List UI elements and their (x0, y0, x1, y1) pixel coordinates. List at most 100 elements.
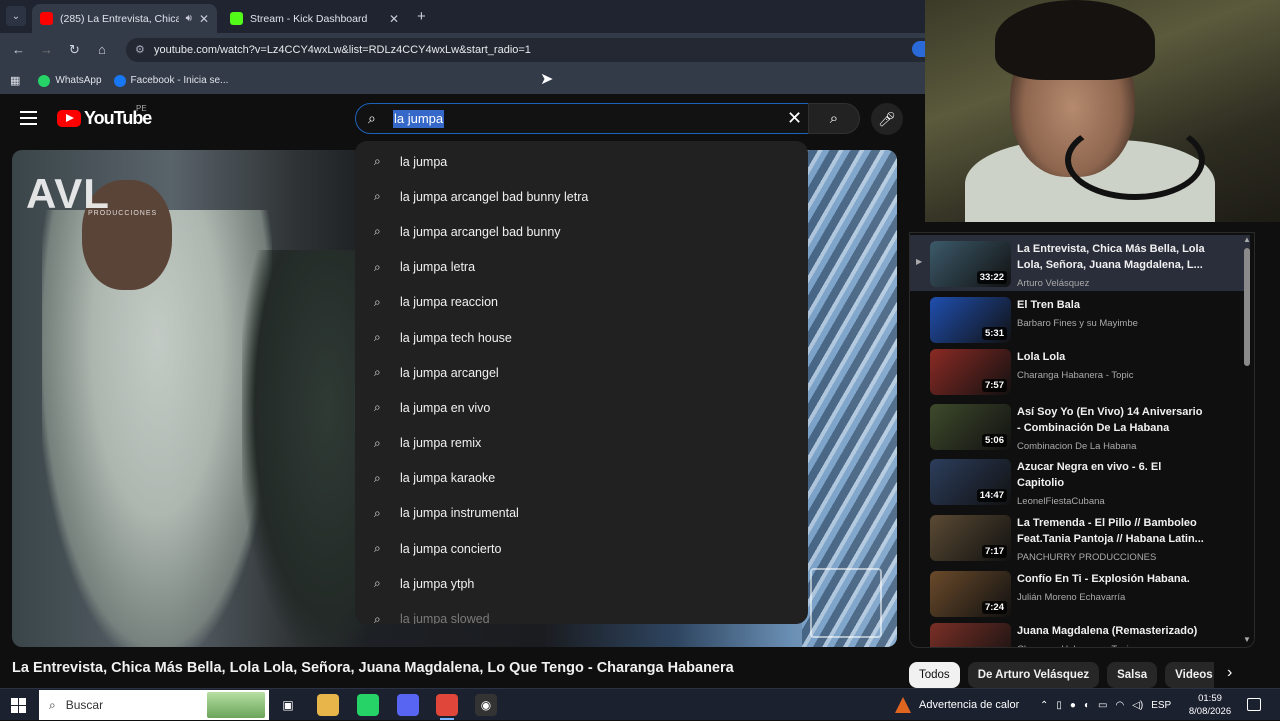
volume-icon[interactable]: ◁) (1132, 700, 1143, 711)
search-input[interactable]: ⌕ la jumpa ✕ (355, 103, 809, 134)
tray-app-icon[interactable]: ◐ (1084, 700, 1090, 711)
youtube-header: YouTube PE ⌕ la jumpa ✕ ⌕ 🎤︎ (0, 94, 925, 144)
audio-icon[interactable]: 🔊︎ (186, 13, 192, 24)
video-thumbnail[interactable]: 7:17 (930, 515, 1011, 561)
filter-chip[interactable]: Videos rela (1165, 662, 1214, 688)
suggestion-item[interactable]: ⌕ la jumpa karaoke (355, 461, 808, 496)
playlist-item-channel: Charanga Habanera - Topic (1017, 644, 1134, 647)
suggestion-item[interactable]: ⌕ la jumpa arcangel (355, 355, 808, 390)
suggestion-item[interactable]: ⌕ la jumpa tech house (355, 320, 808, 355)
suggestion-item[interactable]: ⌕ la jumpa ytph (355, 566, 808, 601)
tab-kick-dashboard[interactable]: Stream - Kick Dashboard ✕ (222, 4, 407, 33)
playlist-item[interactable]: 5:31 El Tren Bala Barbaro Fines y su Mayim… (910, 291, 1250, 347)
filter-chip[interactable]: De Arturo Velásquez (967, 662, 1100, 688)
language-indicator[interactable]: ESP (1151, 700, 1171, 711)
file-explorer-icon[interactable] (317, 694, 339, 716)
extension-icon[interactable] (912, 41, 926, 57)
related-chips: Todos De Arturo Velásquez Salsa Videos rela (909, 662, 1214, 688)
obs-icon[interactable]: ◉ (475, 694, 497, 716)
video-thumbnail[interactable]: 14:47 (930, 459, 1011, 505)
video-thumbnail[interactable]: 7:24 (930, 571, 1011, 617)
bookmark-whatsapp[interactable]: WhatsApp (38, 74, 102, 87)
browser-tab-strip: ⌄ (285) La Entrevista, Chica M 🔊︎ ✕ Stre… (0, 0, 925, 33)
tab-search-icon[interactable]: ⌄ (6, 6, 26, 26)
video-thumbnail[interactable]: 5:06 (930, 404, 1011, 450)
address-bar[interactable]: ⚙ youtube.com/watch?v=Lz4CCY4wxLw&list=R… (126, 38, 926, 62)
playlist-item-title: La Entrevista, Chica Más Bella, Lola Lol… (1017, 243, 1205, 271)
playlist-item[interactable]: 7:17 La Tremenda - El Pillo // Bamboleo F… (910, 509, 1250, 565)
video-thumbnail[interactable]: 7:57 (930, 349, 1011, 395)
chrome-icon[interactable] (436, 694, 458, 720)
tray-app-icon[interactable]: ● (1070, 700, 1076, 711)
taskbar-search[interactable]: ⌕ Buscar (39, 690, 269, 720)
menu-icon[interactable] (20, 111, 37, 129)
tab-title: (285) La Entrevista, Chica M (60, 12, 179, 25)
tray-app-icon[interactable]: ▭ (1098, 700, 1107, 711)
reload-icon[interactable]: ↻ (69, 42, 80, 58)
playlist-item-title: Azucar Negra en vivo - 6. El Capitolio (1017, 461, 1162, 489)
suggestion-item[interactable]: ⌕ la jumpa remix (355, 426, 808, 461)
playlist-item-channel: Charanga Habanera - Topic (1017, 370, 1134, 381)
video-thumbnail[interactable]: 5:31 (930, 297, 1011, 343)
video-thumbnail[interactable] (930, 623, 1011, 647)
search-button[interactable]: ⌕ (808, 103, 860, 134)
suggestion-item[interactable]: ⌕ la jumpa slowed (355, 601, 808, 624)
chevron-right-icon[interactable]: › (1227, 664, 1232, 682)
video-watermark-sub: PRODUCCIONES (88, 210, 158, 217)
suggestion-item[interactable]: ⌕ la jumpa letra (355, 250, 808, 285)
clock[interactable]: 01:59 8/08/2026 (1185, 692, 1235, 718)
site-info-icon[interactable]: ⚙ (135, 43, 145, 56)
scroll-down-icon[interactable]: ▼ (1243, 635, 1251, 644)
suggestion-text: la jumpa concierto (400, 541, 502, 556)
playlist-item[interactable]: 7:57 Lola Lola Charanga Habanera - Topic (910, 343, 1250, 399)
suggestion-item[interactable]: ⌕ la jumpa (355, 144, 808, 179)
youtube-logo[interactable]: YouTube PE (57, 104, 152, 129)
suggestion-item[interactable]: ⌕ la jumpa arcangel bad bunny (355, 214, 808, 249)
back-icon[interactable]: ← (12, 42, 25, 57)
wifi-icon[interactable]: ◠ (1115, 700, 1124, 711)
clear-search-icon[interactable]: ✕ (787, 108, 802, 129)
tab-youtube[interactable]: (285) La Entrevista, Chica M 🔊︎ ✕ (32, 4, 217, 33)
suggestion-text: la jumpa en vivo (400, 400, 491, 415)
scroll-up-icon[interactable]: ▲ (1243, 235, 1251, 244)
close-tab-icon[interactable]: ✕ (199, 12, 209, 26)
discord-icon[interactable] (397, 694, 419, 716)
playlist-scrollbar[interactable] (1244, 248, 1250, 366)
windows-start-icon[interactable] (11, 698, 26, 713)
playlist-item-channel: LeonelFiestaCubana (1017, 496, 1105, 507)
playlist-item[interactable]: 7:24 Confío En Ti - Explosión Habana. Juli… (910, 565, 1250, 621)
suggestion-item[interactable]: ⌕ la jumpa arcangel bad bunny letra (355, 179, 808, 214)
suggestion-item[interactable]: ⌕ la jumpa concierto (355, 531, 808, 566)
search-suggestions: ⌕ la jumpa ⌕ la jumpa arcangel bad bunny le… (355, 141, 808, 624)
video-thumbnail[interactable]: 33:22 (930, 241, 1011, 287)
whatsapp-icon[interactable] (357, 694, 379, 716)
chevron-up-icon[interactable]: ⌃ (1040, 700, 1048, 711)
suggestion-item[interactable]: ⌕ la jumpa instrumental (355, 496, 808, 531)
playlist-item[interactable]: Juana Magdalena (Remasterizado) Charanga … (910, 617, 1250, 647)
playlist-item-title: Confío En Ti - Explosión Habana. (1017, 573, 1190, 585)
notification-icon[interactable] (1247, 698, 1261, 711)
bookmark-label: Facebook - Inicia se... (130, 75, 229, 86)
weather-text: Advertencia de calor (919, 699, 1020, 711)
forward-icon[interactable]: → (40, 42, 53, 57)
windows-taskbar: ⌕ Buscar ▣ ◉ Advertencia de calor ⌃ ▯ ● … (0, 688, 1280, 720)
playlist-item[interactable]: ▶ 33:22 La Entrevista, Chica Más Bella, Lo… (910, 235, 1250, 291)
search-icon: ⌕ (374, 611, 381, 624)
browser-toolbar: ← → ↻ ⌂ ⚙ youtube.com/watch?v=Lz4CCY4wxL… (0, 33, 926, 67)
suggestion-item[interactable]: ⌕ la jumpa reaccion (355, 285, 808, 320)
task-view-icon[interactable]: ▣ (277, 694, 299, 716)
playlist-item[interactable]: 14:47 Azucar Negra en vivo - 6. El Capito… (910, 453, 1250, 509)
apps-grid-icon[interactable]: ▦ (10, 74, 20, 87)
filter-chip[interactable]: Todos (909, 662, 960, 688)
new-tab-icon[interactable]: + (417, 8, 426, 25)
close-tab-icon[interactable]: ✕ (389, 12, 399, 26)
filter-chip[interactable]: Salsa (1107, 662, 1158, 688)
voice-search-button[interactable]: 🎤︎ (871, 103, 903, 135)
playlist-item[interactable]: 5:06 Así Soy Yo (En Vivo) 14 Aniversario … (910, 398, 1250, 454)
weather-widget[interactable]: Advertencia de calor (895, 689, 1019, 721)
bookmark-facebook[interactable]: Facebook - Inicia se... (113, 74, 229, 87)
suggestion-item[interactable]: ⌕ la jumpa en vivo (355, 390, 808, 425)
home-icon[interactable]: ⌂ (98, 42, 106, 57)
tray-app-icon[interactable]: ▯ (1056, 700, 1062, 711)
youtube-favicon-icon (40, 12, 53, 25)
